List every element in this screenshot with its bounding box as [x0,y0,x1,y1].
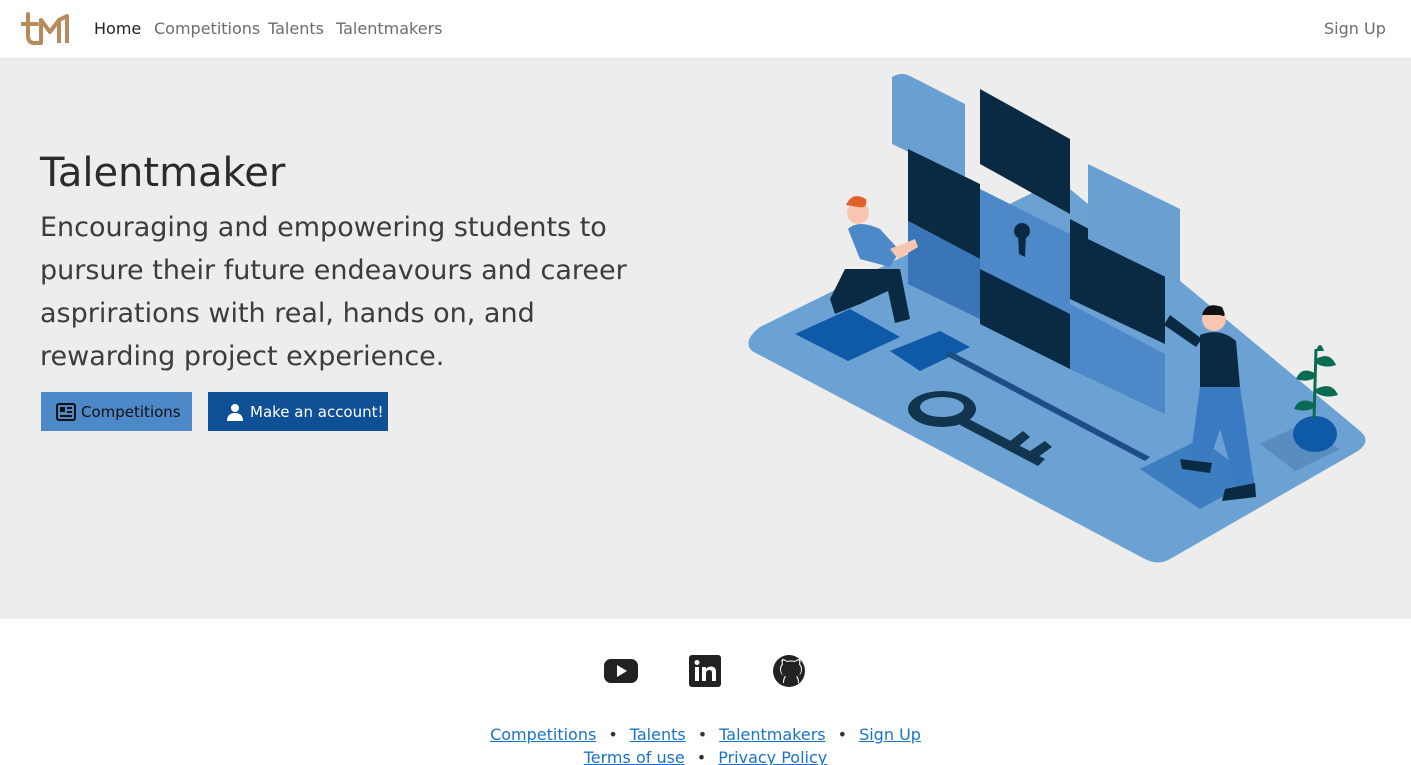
linkedin-link[interactable] [687,653,723,689]
competitions-button[interactable]: Competitions [41,392,192,431]
youtube-icon [604,659,638,683]
footer-link-signup[interactable]: Sign Up [859,725,921,744]
nav-home[interactable]: Home [94,19,141,39]
footer-separator: • [837,725,848,744]
logo-icon [20,12,69,45]
footer-link-talentmakers[interactable]: Talentmakers [719,725,825,744]
footer-separator: • [697,725,708,744]
github-icon [773,655,805,687]
footer-link-privacy[interactable]: Privacy Policy [718,748,827,765]
competitions-button-label: Competitions [81,402,181,421]
nav-talentmakers[interactable]: Talentmakers [336,19,442,39]
puzzle-illustration [748,74,1366,563]
hero-subtitle: Encouraging and empowering students to p… [40,212,627,372]
hero-section: Talentmaker Encouraging and empowering s… [0,59,1411,619]
footer: Competitions • Talents • Talentmakers • Sign U… [0,619,1411,765]
hero-title: Talentmaker [40,150,286,196]
footer-separator: • [608,725,618,744]
navbar: Home Competitions Talents Talentmakers S… [0,0,1411,59]
nav-talents[interactable]: Talents [268,19,324,39]
linkedin-icon [689,655,721,687]
person-icon [224,401,246,423]
brand-logo[interactable] [20,12,71,46]
footer-link-talents[interactable]: Talents [630,725,686,744]
youtube-link[interactable] [603,653,639,689]
footer-link-competitions[interactable]: Competitions [490,725,596,744]
nav-competitions[interactable]: Competitions [154,19,260,39]
footer-links-row-2: Terms of use • Privacy Policy [0,748,1411,765]
footer-separator: • [696,748,707,765]
nav-signup[interactable]: Sign Up [1324,19,1386,39]
footer-link-terms[interactable]: Terms of use [584,748,685,765]
make-account-button[interactable]: Make an account! [208,392,388,431]
make-account-button-label: Make an account! [250,402,384,421]
newspaper-icon [55,401,77,423]
footer-links-row-1: Competitions • Talents • Talentmakers • Sign U… [0,725,1411,745]
github-link[interactable] [771,653,807,689]
